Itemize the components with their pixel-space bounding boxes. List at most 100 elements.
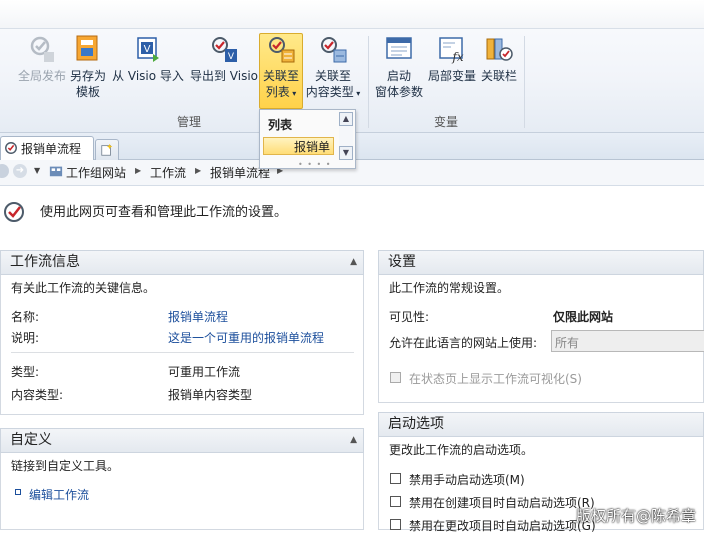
- import-visio-label: 从 Visio 导入: [112, 69, 184, 83]
- customize-header[interactable]: 自定义 ▲: [0, 428, 364, 453]
- associate-ct-label-2: 内容类型: [305, 85, 354, 99]
- tab-label: 报销单流程: [21, 142, 82, 156]
- customize-panel: 链接到自定义工具。 编辑工作流: [0, 453, 364, 530]
- section-title: 启动选项: [388, 416, 444, 432]
- type-label: 类型:: [11, 365, 40, 379]
- workflow-settings-icon: [4, 202, 24, 222]
- group-divider: [368, 36, 369, 128]
- section-description: 有关此工作流的关键信息。: [11, 281, 156, 295]
- copyright-watermark: 版权所有@陈希章: [575, 507, 696, 525]
- associate-list-label-1: 关联至: [262, 69, 299, 83]
- disable-auto-start-create-checkbox[interactable]: [390, 496, 401, 507]
- disable-auto-start-change-checkbox[interactable]: [390, 519, 401, 530]
- form-parameters-icon: [386, 37, 412, 59]
- forward-icon[interactable]: ➜: [13, 164, 27, 178]
- save-as-template-label-2: 模板: [75, 85, 100, 99]
- global-publish-button[interactable]: 全局发布: [16, 34, 68, 84]
- scroll-up-icon[interactable]: ▲: [339, 112, 353, 126]
- associated-columns-label: 关联栏: [480, 69, 517, 83]
- associated-columns-button[interactable]: 关联栏: [478, 34, 520, 84]
- import-visio-button[interactable]: V 从 Visio 导入: [110, 34, 186, 84]
- collapse-icon[interactable]: ▲: [350, 429, 357, 452]
- svg-text:V: V: [144, 44, 151, 55]
- type-value: 可重用工作流: [168, 365, 241, 379]
- save-as-template-label-1: 另存为: [69, 69, 106, 83]
- chevron-down-icon: ▾: [289, 89, 297, 98]
- content-type-value: 报销单内容类型: [168, 388, 253, 402]
- local-variables-button[interactable]: fx 局部变量: [426, 34, 478, 84]
- site-icon: [49, 166, 63, 177]
- disable-auto-start-create-label: 禁用在创建项目时自动启动选项(R): [409, 496, 595, 510]
- chevron-right-icon: ▶: [135, 166, 142, 175]
- chevron-right-icon: ▶: [195, 166, 202, 175]
- export-visio-button[interactable]: V 导出到 Visio: [188, 34, 260, 84]
- startup-form-parameters-button[interactable]: 启动 窗体参数: [372, 34, 426, 100]
- back-icon[interactable]: [0, 164, 9, 178]
- associate-ct-label-1: 关联至: [314, 69, 351, 83]
- content-type-label: 内容类型:: [11, 388, 64, 402]
- section-title: 设置: [388, 254, 416, 270]
- collapse-icon[interactable]: ▲: [350, 251, 357, 274]
- workflow-info-panel: 有关此工作流的关键信息。 名称: 报销单流程 说明: 这是一个可重用的报销单流程…: [0, 275, 364, 415]
- associate-list-icon: [269, 37, 295, 63]
- global-publish-icon: [30, 36, 54, 62]
- variables-group-label: 变量: [434, 115, 459, 129]
- svg-text:V: V: [228, 52, 235, 62]
- ribbon-tab-strip: [0, 0, 704, 29]
- settings-header[interactable]: 设置: [378, 250, 704, 275]
- associate-content-type-icon: [321, 37, 347, 63]
- disable-manual-start-checkbox[interactable]: [390, 473, 401, 484]
- group-divider: [524, 36, 525, 128]
- language-select[interactable]: 所有: [551, 330, 704, 352]
- associate-list-label-2: 列表: [265, 85, 290, 99]
- chevron-down-icon: ▾: [353, 89, 361, 98]
- manage-group-label: 管理: [177, 115, 202, 129]
- bullet-icon: [15, 489, 21, 495]
- disable-manual-start-label: 禁用手动启动选项(M): [409, 473, 525, 487]
- breadcrumb-item-workflows[interactable]: 工作流: [150, 164, 186, 181]
- divider: [11, 352, 354, 353]
- startup-options-header[interactable]: 启动选项: [378, 412, 704, 437]
- edit-workflow-link[interactable]: 编辑工作流: [29, 486, 89, 503]
- settings-panel: 此工作流的常规设置。 可见性: 仅限此网站 允许在此语言的网站上使用: 所有 在…: [378, 275, 704, 403]
- name-value-link[interactable]: 报销单流程: [168, 308, 228, 325]
- workflow-icon: [5, 142, 17, 154]
- associate-to-list-button[interactable]: 关联至 列表 ▾: [259, 33, 303, 109]
- description-label: 说明:: [11, 331, 40, 345]
- show-visualization-label: 在状态页上显示工作流可视化(S): [409, 372, 582, 386]
- section-description: 链接到自定义工具。: [11, 459, 120, 473]
- section-description: 此工作流的常规设置。: [389, 281, 510, 295]
- description-value-link[interactable]: 这是一个可重用的报销单流程: [168, 329, 324, 346]
- show-visualization-checkbox[interactable]: [390, 372, 401, 383]
- dropdown-scrollbar[interactable]: ▲ ▼: [339, 112, 353, 160]
- startup-params-label-1: 启动: [386, 69, 411, 83]
- breadcrumb-item-site[interactable]: 工作组网站: [66, 164, 126, 181]
- section-title: 工作流信息: [10, 254, 80, 270]
- export-visio-label: 导出到 Visio: [189, 69, 259, 83]
- new-tab-button[interactable]: [95, 139, 119, 160]
- scroll-down-icon[interactable]: ▼: [339, 146, 353, 160]
- resize-grip[interactable]: • • • •: [298, 160, 332, 169]
- save-template-icon: [76, 35, 98, 61]
- startup-params-label-2: 窗体参数: [374, 85, 423, 99]
- visio-import-icon: V: [137, 37, 159, 62]
- visio-export-icon: V: [212, 37, 237, 62]
- tab-workflow[interactable]: 报销单流程: [0, 136, 94, 161]
- name-label: 名称:: [11, 310, 40, 324]
- global-publish-label: 全局发布: [17, 69, 66, 83]
- visibility-value: 仅限此网站: [553, 310, 614, 324]
- visibility-label: 可见性:: [389, 310, 430, 324]
- language-label: 允许在此语言的网站上使用:: [389, 336, 538, 350]
- save-as-template-button[interactable]: 另存为 模板: [68, 34, 108, 100]
- chevron-down-icon[interactable]: ▼: [34, 166, 40, 175]
- dropdown-header: 列表: [268, 118, 293, 132]
- columns-icon: [486, 38, 513, 61]
- new-tab-icon: [101, 143, 113, 156]
- local-variables-label: 局部变量: [427, 69, 476, 83]
- workflow-info-header[interactable]: 工作流信息 ▲: [0, 250, 364, 275]
- svg-text:fx: fx: [451, 50, 463, 64]
- disable-auto-start-change-label: 禁用在更改项目时自动启动选项(G): [409, 519, 596, 533]
- associate-to-content-type-button[interactable]: 关联至 内容类型 ▾: [303, 34, 363, 102]
- scroll-track[interactable]: [339, 126, 353, 146]
- dropdown-item[interactable]: 报销单: [263, 137, 334, 155]
